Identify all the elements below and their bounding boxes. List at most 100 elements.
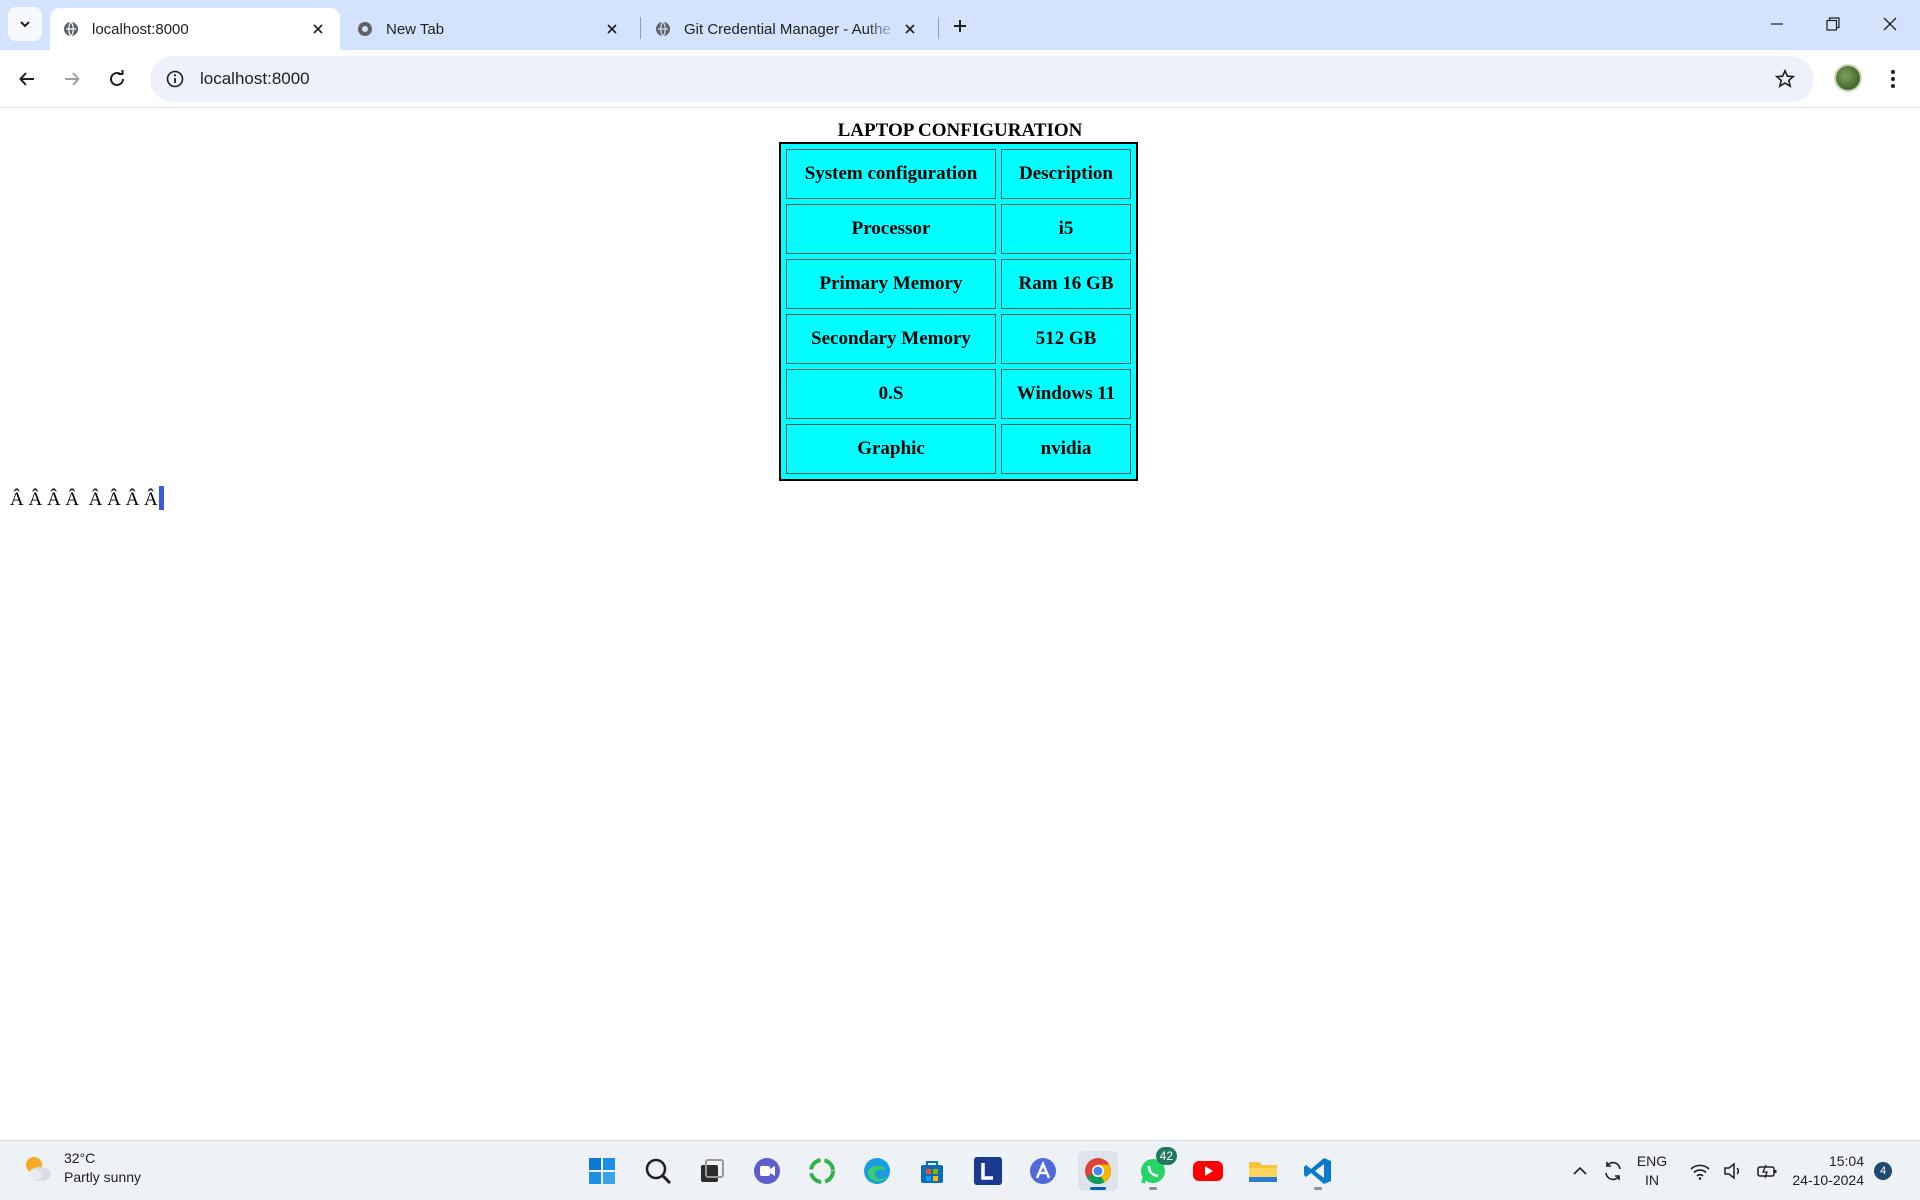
back-button[interactable] [9, 61, 45, 97]
close-icon[interactable] [898, 17, 922, 41]
task-view-icon [701, 1159, 724, 1182]
stray-text[interactable]: Â Â Â Â Â Â Â Â [10, 486, 164, 511]
sync-app-button[interactable] [802, 1151, 842, 1191]
arc-app-button[interactable] [1023, 1151, 1063, 1191]
vscode-icon [1304, 1158, 1331, 1184]
task-view-button[interactable] [692, 1151, 732, 1191]
weather-widget[interactable]: 32°C Partly sunny [20, 1149, 141, 1187]
tab-title: Git Credential Manager - Authe [684, 20, 891, 38]
table-cell-config: 0.S [786, 369, 996, 419]
language-region: IN [1645, 1172, 1659, 1188]
close-icon[interactable] [306, 17, 330, 41]
youtube-icon [1193, 1161, 1223, 1181]
address-text[interactable]: localhost:8000 [200, 69, 1770, 89]
vscode-button[interactable] [1298, 1151, 1338, 1191]
table-cell-description: nvidia [1001, 424, 1131, 474]
table-row: Graphic nvidia [786, 424, 1131, 474]
clock-button[interactable]: 15:04 24-10-2024 [1790, 1141, 1864, 1200]
restore-button[interactable] [1808, 4, 1858, 44]
table-row: Processor i5 [786, 204, 1131, 254]
chevron-down-icon [20, 21, 30, 28]
table-cell-config: Primary Memory [786, 259, 996, 309]
file-explorer-button[interactable] [1243, 1151, 1283, 1191]
tab-new-tab[interactable]: New Tab [344, 8, 634, 50]
tab-git-credential-manager[interactable]: Git Credential Manager - Authe [642, 8, 932, 50]
start-button[interactable] [582, 1151, 622, 1191]
table-row: Secondary Memory 512 GB [786, 314, 1131, 364]
tab-search-button[interactable] [8, 7, 42, 41]
youtube-button[interactable] [1188, 1151, 1228, 1191]
partly-sunny-icon [20, 1151, 54, 1185]
forward-button[interactable] [54, 61, 90, 97]
laptop-config-table: System configuration Description Process… [779, 142, 1138, 481]
running-indicator [1090, 1187, 1106, 1190]
page-content: LAPTOP CONFIGURATION System configuratio… [0, 109, 1920, 1140]
edge-button[interactable] [857, 1151, 897, 1191]
close-window-button[interactable] [1865, 4, 1915, 44]
battery-icon [1756, 1164, 1777, 1179]
notification-count-badge[interactable]: 4 [1874, 1162, 1892, 1180]
header-cell-system-configuration: System configuration [786, 149, 996, 199]
tab-localhost[interactable]: localhost:8000 [50, 8, 340, 50]
chrome-button[interactable] [1078, 1151, 1118, 1191]
table-cell-config: Graphic [786, 424, 996, 474]
search-button[interactable] [638, 1151, 678, 1191]
quick-settings-button[interactable] [1684, 1141, 1784, 1200]
weather-temperature: 32°C [64, 1150, 96, 1166]
stray-text-content: Â Â Â Â Â Â Â Â [10, 489, 158, 510]
table-cell-description: i5 [1001, 204, 1131, 254]
tab-separator [640, 17, 641, 39]
header-cell-description: Description [1001, 149, 1131, 199]
chrome-favicon-icon [356, 20, 374, 38]
teams-meet-icon [754, 1158, 780, 1184]
whatsapp-badge: 42 [1155, 1147, 1177, 1165]
plus-icon [954, 20, 966, 32]
close-icon[interactable] [600, 17, 624, 41]
close-icon [1883, 17, 1897, 31]
whatsapp-button[interactable]: 42 [1133, 1147, 1177, 1191]
table-header-row: System configuration Description [786, 149, 1131, 199]
arc-icon [1030, 1158, 1056, 1184]
minimize-button[interactable] [1752, 4, 1802, 44]
windows-taskbar: 32°C Partly sunny 42 ENG IN 15:04 24-10-… [0, 1140, 1920, 1200]
wifi-icon [1690, 1164, 1710, 1180]
tab-title: localhost:8000 [92, 20, 189, 38]
sync-circle-icon [809, 1158, 835, 1184]
volume-icon [1724, 1162, 1740, 1180]
clock-time: 15:04 [1828, 1153, 1864, 1169]
running-indicator [1149, 1187, 1157, 1190]
running-indicator [1314, 1187, 1322, 1190]
meet-app-button[interactable] [747, 1151, 787, 1191]
text-caret [158, 486, 164, 510]
bookmark-star-icon[interactable] [1770, 64, 1800, 94]
language-indicator[interactable]: ENG IN [1632, 1141, 1672, 1200]
chrome-icon [1085, 1158, 1112, 1185]
show-hidden-icons-button[interactable] [1566, 1141, 1594, 1200]
arrow-left-icon [19, 72, 34, 86]
reload-button[interactable] [99, 61, 135, 97]
address-bar[interactable]: localhost:8000 [150, 56, 1814, 102]
profile-avatar[interactable] [1834, 64, 1862, 92]
language-code: ENG [1636, 1153, 1668, 1169]
l-app-icon [974, 1157, 1002, 1185]
table-row: Primary Memory Ram 16 GB [786, 259, 1131, 309]
clock-date: 24-10-2024 [1792, 1172, 1864, 1188]
table-cell-description: 512 GB [1001, 314, 1131, 364]
chevron-up-icon [1573, 1166, 1587, 1175]
restore-icon [1826, 17, 1840, 31]
page-title: LAPTOP CONFIGURATION [837, 120, 1083, 141]
search-icon [645, 1158, 672, 1185]
table-cell-description: Windows 11 [1001, 369, 1131, 419]
start-icon [589, 1158, 615, 1184]
table-cell-config: Secondary Memory [786, 314, 996, 364]
sync-tray-button[interactable] [1598, 1141, 1628, 1200]
site-info-icon[interactable] [164, 68, 186, 90]
l-app-button[interactable] [968, 1151, 1008, 1191]
weather-condition: Partly sunny [64, 1169, 142, 1185]
browser-menu-button[interactable] [1876, 62, 1910, 96]
table-cell-description: Ram 16 GB [1001, 259, 1131, 309]
sync-icon [1605, 1161, 1621, 1181]
store-button[interactable] [912, 1151, 952, 1191]
arrow-right-icon [65, 72, 80, 86]
new-tab-button[interactable] [944, 10, 976, 42]
